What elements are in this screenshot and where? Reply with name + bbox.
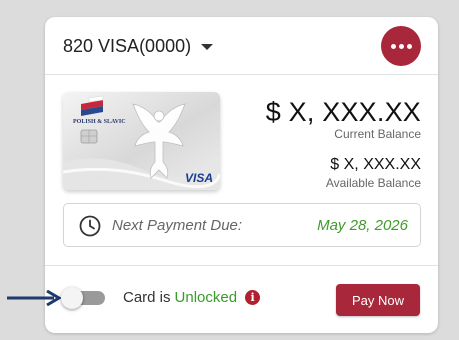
arrow-right-icon xyxy=(7,290,62,306)
lock-status-word: Unlocked xyxy=(174,289,238,306)
account-name: 820 VISA xyxy=(63,36,140,56)
info-icon[interactable]: i xyxy=(245,290,261,305)
more-dot xyxy=(406,43,412,49)
current-balance-amount: $ X, XXX.XX xyxy=(265,97,421,127)
more-horizontal-icon xyxy=(390,43,396,49)
card-brand-text: VISA xyxy=(185,171,213,185)
credit-card-image: POLISH & SLAVIC VISA xyxy=(63,92,220,190)
available-balance-label: Available Balance xyxy=(325,176,421,190)
clock-icon xyxy=(79,215,101,237)
divider xyxy=(45,265,438,266)
next-payment-panel: Next Payment Due: May 28, 2026 xyxy=(63,203,421,247)
current-balance-label: Current Balance xyxy=(334,127,421,141)
toggle-knob[interactable] xyxy=(61,287,83,309)
next-payment-date: May 28, 2026 xyxy=(317,217,408,234)
account-selector[interactable]: 820 VISA (0000) xyxy=(63,36,214,57)
next-payment-label: Next Payment Due: xyxy=(112,217,243,234)
available-balance-amount: $ X, XXX.XX xyxy=(330,156,421,173)
lock-status-prefix: Card is xyxy=(123,289,171,306)
card-issuer-text: POLISH & SLAVIC xyxy=(73,119,126,125)
card-lock-toggle[interactable] xyxy=(61,287,107,309)
more-dot xyxy=(398,43,404,49)
card-lock-status: Card is Unlocked i xyxy=(123,289,261,306)
more-options-button[interactable] xyxy=(381,26,421,66)
card-header: 820 VISA (0000) xyxy=(45,17,438,75)
pay-now-button[interactable]: Pay Now xyxy=(336,284,420,316)
account-number: (0000) xyxy=(139,36,192,56)
caret-down-icon xyxy=(201,43,214,50)
credit-card-art: POLISH & SLAVIC VISA xyxy=(63,92,220,190)
